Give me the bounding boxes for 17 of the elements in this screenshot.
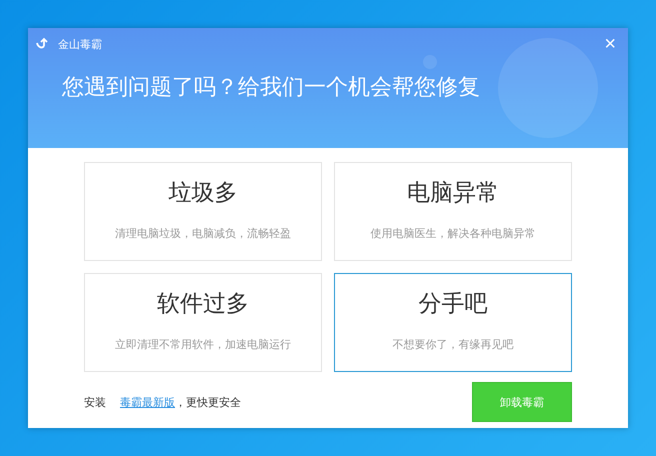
option-title: 分手吧: [418, 290, 488, 319]
option-card[interactable]: 垃圾多 清理电脑垃圾，电脑减负，流畅轻盈: [84, 162, 322, 261]
install-hint: ，更快更安全: [175, 394, 241, 410]
option-description: 不想要你了，有缘再见吧: [392, 337, 514, 352]
option-description: 清理电脑垃圾，电脑减负，流畅轻盈: [115, 226, 291, 241]
logo-icon: [36, 37, 50, 51]
option-description: 立即清理不常用软件，加速电脑运行: [115, 337, 291, 352]
option-title: 电脑异常: [407, 179, 499, 208]
headline: 您遇到问题了吗？给我们一个机会帮您修复: [62, 74, 480, 102]
option-card[interactable]: 软件过多 立即清理不常用软件，加速电脑运行: [84, 273, 322, 372]
option-card[interactable]: 分手吧 不想要你了，有缘再见吧: [334, 273, 572, 372]
option-title: 垃圾多: [168, 179, 238, 208]
option-description: 使用电脑医生，解决各种电脑异常: [370, 226, 536, 241]
window-title: 金山毒霸: [58, 36, 103, 52]
option-title: 软件过多: [157, 290, 249, 319]
option-card[interactable]: 电脑异常 使用电脑医生，解决各种电脑异常: [334, 162, 572, 261]
install-label: 安装: [84, 394, 106, 410]
